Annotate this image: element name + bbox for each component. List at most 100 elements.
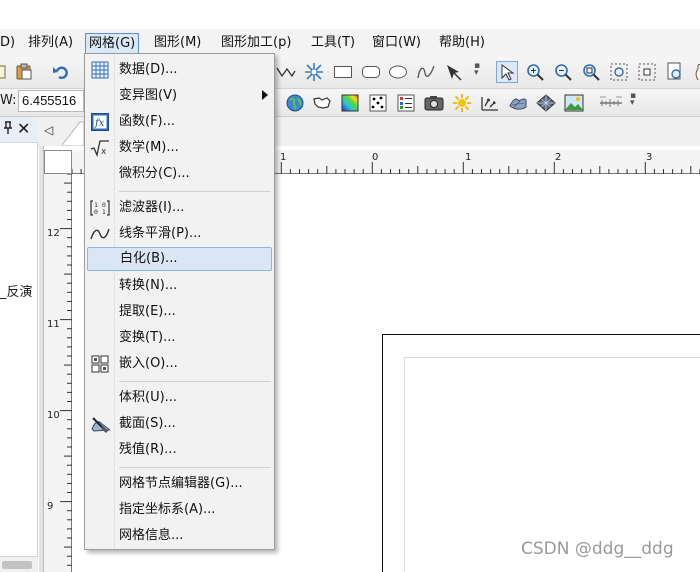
menu-item-label: 转换(N)...: [119, 278, 178, 293]
zoom-out-icon[interactable]: [552, 61, 574, 83]
menu-item-label: 嵌入(O)...: [119, 356, 178, 371]
menu-item-label: 数学(M)...: [119, 140, 179, 155]
insert-picture-icon[interactable]: [563, 92, 585, 114]
menu-item-extract[interactable]: 提取(E)...: [87, 300, 272, 324]
top-ruler-label: 2: [555, 152, 562, 163]
vector-map-icon[interactable]: [479, 92, 501, 114]
menu-item-label: 指定坐标系(A)...: [119, 502, 216, 517]
left-ruler-label: 11: [47, 319, 60, 330]
menu-partial[interactable]: D): [0, 33, 18, 54]
menu-item-grid-data[interactable]: 数据(D)...: [87, 58, 272, 82]
image-map-icon[interactable]: [423, 92, 445, 114]
menu-item-line-smoothing[interactable]: 线条平滑(P)...: [87, 222, 272, 246]
pan-icon[interactable]: [690, 61, 700, 83]
grid-data-icon: [90, 60, 110, 80]
menu-item-label: 残值(R)...: [119, 442, 177, 457]
menu-item-label: 微积分(C)...: [119, 166, 190, 181]
menu-item-volume[interactable]: 体积(U)...: [87, 386, 272, 410]
left-ruler-label: 12: [47, 228, 60, 239]
copy-icon[interactable]: [0, 61, 12, 83]
left-ruler-label: 10: [47, 410, 60, 421]
toolbar-overflow-icon[interactable]: ▪ ▾: [630, 92, 636, 115]
color-relief-icon[interactable]: [339, 92, 361, 114]
svg-text:fx: fx: [94, 118, 105, 129]
menu-graphics-processing[interactable]: 图形加工(p): [218, 33, 294, 54]
menu-arrange[interactable]: 排列(A): [25, 33, 76, 54]
3d-wireframe-icon[interactable]: [535, 92, 557, 114]
zoom-rectangle-icon[interactable]: [608, 61, 630, 83]
zoom-page-icon[interactable]: [664, 61, 686, 83]
menu-item-mosaic[interactable]: 嵌入(O)...: [87, 352, 272, 376]
menu-item-label: 截面(S)...: [119, 416, 176, 431]
tab-scroll-left-icon[interactable]: ◁: [44, 122, 53, 138]
paste-icon[interactable]: [13, 61, 35, 83]
map-globe-icon[interactable]: [284, 92, 306, 114]
mosaic-icon: [90, 354, 110, 374]
slice-icon: [90, 414, 110, 434]
menu-tools[interactable]: 工具(T): [308, 33, 358, 54]
3d-surface-icon[interactable]: [507, 92, 529, 114]
shaded-relief-icon[interactable]: [451, 92, 473, 114]
menu-item-label: 线条平滑(P)...: [119, 226, 202, 241]
panel-header: ✕: [0, 117, 38, 143]
select-pointer-icon[interactable]: [496, 61, 518, 83]
undo-icon[interactable]: [50, 61, 72, 83]
menu-item-label: 网格节点编辑器(G)...: [119, 476, 243, 491]
menu-graphics[interactable]: 图形(M): [151, 33, 204, 54]
menu-item-math[interactable]: x 数学(M)...: [87, 136, 272, 160]
menu-item-filter[interactable]: 1 00 1 滤波器(I)...: [87, 196, 272, 220]
menu-item-label: 数据(D)...: [119, 62, 178, 77]
ellipse-icon[interactable]: [387, 61, 409, 83]
horizontal-scrollbar[interactable]: [0, 556, 38, 572]
menu-item-calculus[interactable]: 微积分(C)...: [87, 162, 272, 186]
menu-item-label: 变换(T)...: [119, 330, 176, 345]
close-icon[interactable]: ✕: [17, 119, 30, 139]
menu-item-assign-coordinate-system[interactable]: 指定坐标系(A)...: [87, 498, 272, 522]
top-ruler-label: 1: [280, 152, 287, 163]
math-sqrt-icon: x: [90, 138, 110, 158]
top-ruler-label: 3: [646, 152, 653, 163]
submenu-arrow-icon: [262, 90, 268, 100]
menu-item-grid-node-editor[interactable]: 网格节点编辑器(G)...: [87, 472, 272, 496]
base-map-icon[interactable]: [311, 92, 333, 114]
grid-menu-dropdown: 数据(D)... 变异图(V) fx 函数(F)... x 数学(M)... 微…: [84, 53, 275, 550]
pin-icon[interactable]: [1, 121, 15, 140]
scrollbar-thumb[interactable]: [2, 561, 32, 569]
left-ruler: 12 11 10 9: [44, 174, 72, 572]
zoom-selected-icon[interactable]: [636, 61, 658, 83]
watermark-text: CSDN @ddg__ddg: [521, 539, 674, 559]
menu-item-transform[interactable]: 变换(T)...: [87, 326, 272, 350]
symbol-icon[interactable]: [303, 61, 325, 83]
menu-item-label: 滤波器(I)...: [119, 200, 185, 215]
menu-grid[interactable]: 网格(G): [85, 33, 140, 54]
top-ruler-label: 1: [465, 152, 472, 163]
menu-item-convert[interactable]: 转换(N)...: [87, 274, 272, 298]
ruler-scale-icon[interactable]: [598, 92, 624, 114]
zoom-extents-icon[interactable]: [580, 61, 602, 83]
menu-help[interactable]: 帮助(H): [436, 33, 488, 54]
menu-window[interactable]: 窗口(W): [369, 33, 424, 54]
post-map-icon[interactable]: [367, 92, 389, 114]
menu-item-label: 网格信息...: [119, 528, 184, 543]
menu-item-residuals[interactable]: 残值(R)...: [87, 438, 272, 462]
rounded-rectangle-icon[interactable]: [360, 61, 382, 83]
freehand-curve-icon[interactable]: [415, 61, 437, 83]
top-ruler-label: 0: [372, 152, 379, 163]
document-tab[interactable]: [62, 118, 84, 146]
toolbar-overflow-icon[interactable]: ▪ ▾: [474, 62, 480, 85]
reshape-pointer-icon[interactable]: [443, 61, 465, 83]
menu-item-grid-info[interactable]: 网格信息...: [87, 524, 272, 548]
menu-separator: [119, 381, 271, 382]
menu-item-blank[interactable]: 白化(B)...: [87, 247, 272, 271]
menu-item-label: 函数(F)...: [119, 114, 176, 129]
classed-post-map-icon[interactable]: [395, 92, 417, 114]
menu-separator: [119, 467, 271, 468]
zoom-in-icon[interactable]: [524, 61, 546, 83]
menu-item-slice[interactable]: 截面(S)...: [87, 412, 272, 436]
menu-item-variogram[interactable]: 变异图(V): [87, 84, 272, 108]
rectangle-icon[interactable]: [332, 61, 354, 83]
menu-item-function[interactable]: fx 函数(F)...: [87, 110, 272, 134]
tree-item-label[interactable]: _反演: [0, 284, 33, 302]
polyline-icon[interactable]: [275, 61, 297, 83]
width-field[interactable]: 6.455516: [18, 90, 84, 112]
